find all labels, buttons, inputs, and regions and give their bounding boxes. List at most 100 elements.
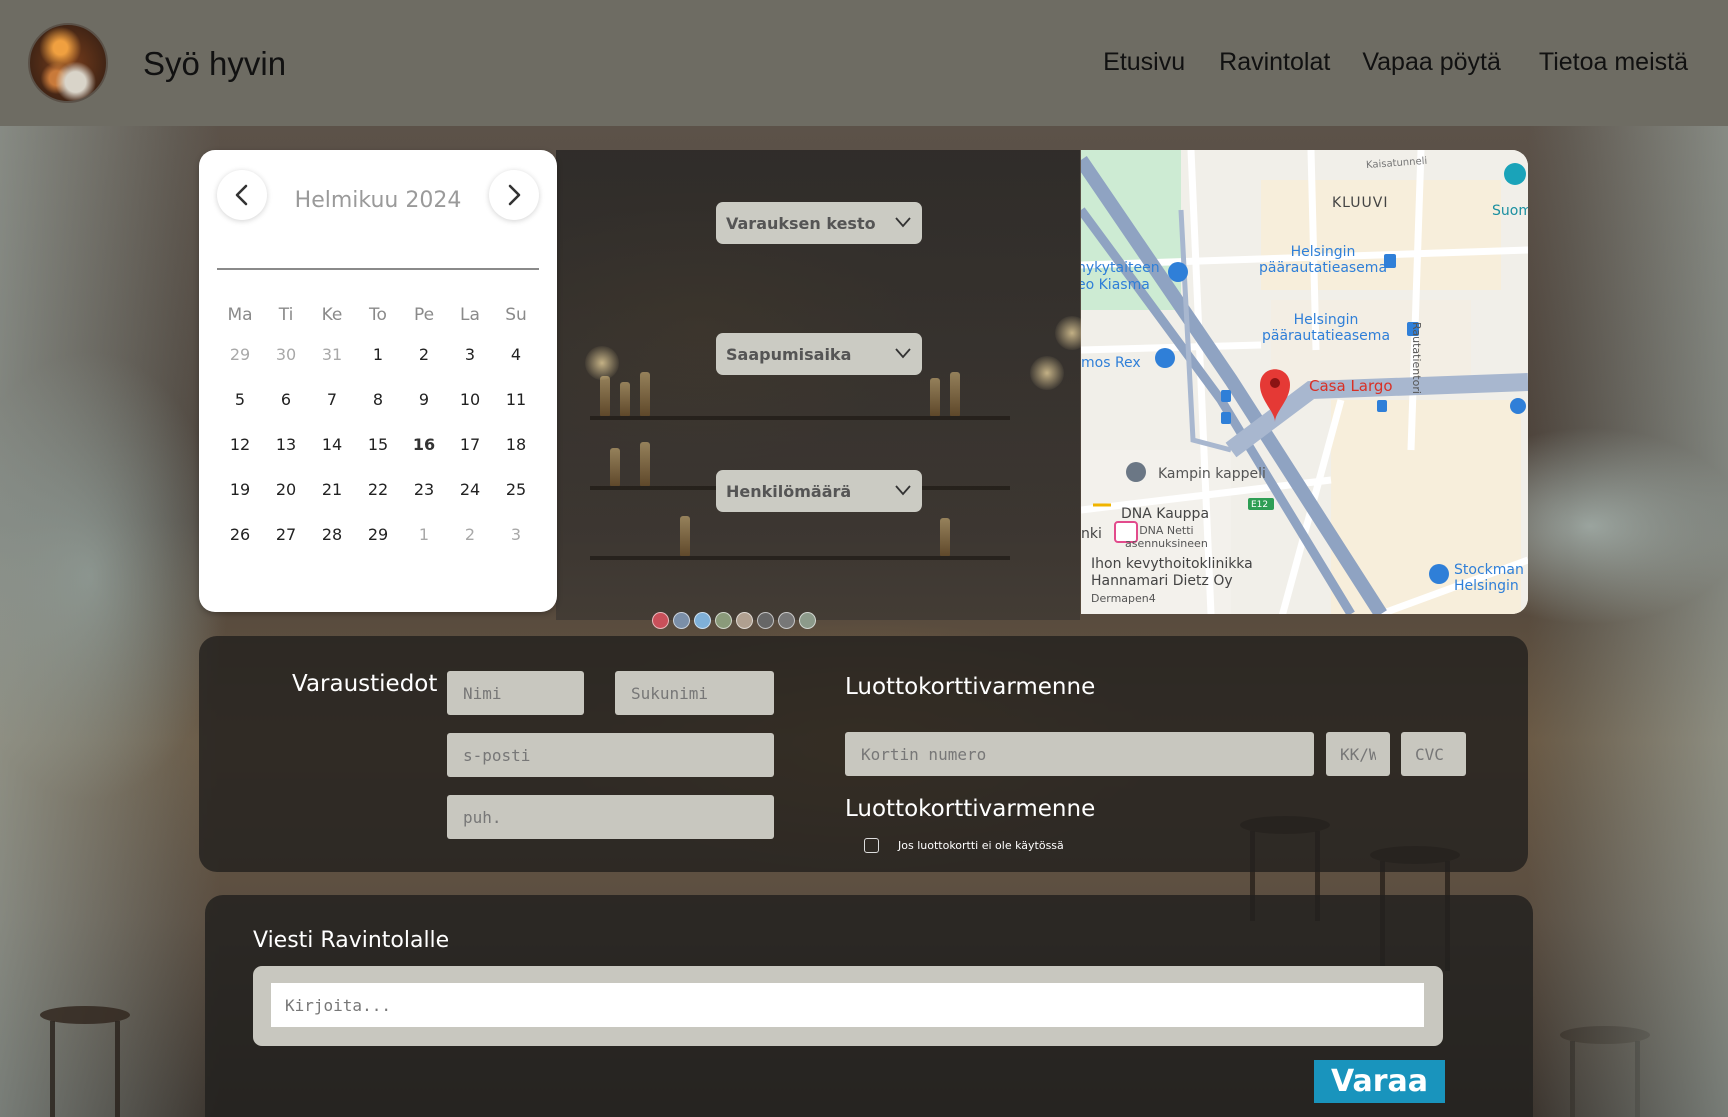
phone-input[interactable] xyxy=(447,795,774,839)
map-label-amos-rex: mos Rex xyxy=(1081,355,1141,371)
location-map[interactable]: E12 KLUUVI Kaisatunneli Suom Helsingin p… xyxy=(1081,150,1528,614)
first-name-input[interactable] xyxy=(447,671,584,715)
calendar-day-today[interactable]: 16 xyxy=(401,422,447,467)
email-input[interactable] xyxy=(447,733,774,777)
calendar-day[interactable]: 14 xyxy=(309,422,355,467)
calendar-day[interactable]: 29 xyxy=(217,332,263,377)
calendar-day[interactable]: 8 xyxy=(355,377,401,422)
calendar-day[interactable]: 20 xyxy=(263,467,309,512)
stool-leg xyxy=(1635,1041,1640,1117)
chevron-right-icon xyxy=(508,184,521,206)
site-header: Syö hyvin Etusivu Ravintolat Vapaa pöytä… xyxy=(0,0,1728,126)
calendar-day[interactable]: 10 xyxy=(447,377,493,422)
calendar-day[interactable]: 2 xyxy=(401,332,447,377)
map-label-dna-kauppa: DNA Kauppa xyxy=(1121,506,1210,522)
bottle xyxy=(600,376,610,416)
calendar-grid: Ma Ti Ke To Pe La Su 29 30 31 1 2 3 4 5 6 7 8 9 10 11 12 13 14 1… xyxy=(217,298,539,557)
calendar-day[interactable]: 25 xyxy=(493,467,539,512)
card-cvc-input[interactable] xyxy=(1401,732,1466,776)
arrival-time-select[interactable]: Saapumisaika xyxy=(716,333,922,375)
calendar-day[interactable]: 27 xyxy=(263,512,309,557)
map-label-suom: Suom xyxy=(1492,203,1528,219)
bar-shelf xyxy=(590,416,1010,420)
weekday-header: Ti xyxy=(278,305,294,325)
carousel-dot[interactable] xyxy=(652,612,669,629)
calendar-day[interactable]: 26 xyxy=(217,512,263,557)
calendar-day[interactable]: 19 xyxy=(217,467,263,512)
calendar-day[interactable]: 28 xyxy=(309,512,355,557)
weekday-header: Ma xyxy=(227,305,253,325)
duration-select[interactable]: Varauksen kesto xyxy=(716,202,922,244)
calendar-day[interactable]: 30 xyxy=(263,332,309,377)
weekday-header: Su xyxy=(505,305,527,325)
calendar-day[interactable]: 31 xyxy=(309,332,355,377)
bottle xyxy=(680,516,690,556)
calendar-day[interactable]: 22 xyxy=(355,467,401,512)
calendar-day[interactable]: 1 xyxy=(401,512,447,557)
message-input[interactable] xyxy=(271,983,1424,1027)
card-expiry-input[interactable] xyxy=(1326,732,1390,776)
calendar-day[interactable]: 3 xyxy=(447,332,493,377)
carousel-dot[interactable] xyxy=(736,612,753,629)
carousel-dot[interactable] xyxy=(778,612,795,629)
carousel-dot[interactable] xyxy=(715,612,732,629)
map-label-dermapen: Dermapen4 xyxy=(1091,592,1156,605)
calendar-day[interactable]: 2 xyxy=(447,512,493,557)
bottle xyxy=(640,442,650,486)
book-button[interactable]: Varaa xyxy=(1314,1060,1445,1103)
weekday-header: Ke xyxy=(321,305,343,325)
calendar-day[interactable]: 9 xyxy=(401,377,447,422)
map-label-ihon-klinikka: Ihon kevythoitoklinikka Hannamari Dietz … xyxy=(1091,556,1253,589)
map-label-kluuvi: KLUUVI xyxy=(1332,195,1389,211)
calendar-day[interactable]: 3 xyxy=(493,512,539,557)
calendar-day[interactable]: 11 xyxy=(493,377,539,422)
weekday-header: Pe xyxy=(413,305,435,325)
carousel-dot[interactable] xyxy=(673,612,690,629)
weekday-header: La xyxy=(460,305,480,325)
carousel-dot[interactable] xyxy=(757,612,774,629)
party-size-select[interactable]: Henkilömäärä xyxy=(716,470,922,512)
calendar-day[interactable]: 12 xyxy=(217,422,263,467)
calendar-day[interactable]: 17 xyxy=(447,422,493,467)
main-nav: Etusivu Ravintolat Vapaa pöytä Tietoa me… xyxy=(1103,48,1688,77)
bottle xyxy=(640,372,650,416)
calendar-day[interactable]: 24 xyxy=(447,467,493,512)
next-month-button[interactable] xyxy=(489,170,539,220)
calendar-day[interactable]: 15 xyxy=(355,422,401,467)
nav-etusivu[interactable]: Etusivu xyxy=(1103,48,1185,77)
brand-name[interactable]: Syö hyvin xyxy=(143,45,286,83)
e12-label: E12 xyxy=(1251,500,1268,510)
bar-stool xyxy=(1560,1026,1650,1044)
calendar-day[interactable]: 18 xyxy=(493,422,539,467)
hanging-lamp xyxy=(1030,356,1064,390)
calendar-day[interactable]: 13 xyxy=(263,422,309,467)
bar-shelf xyxy=(590,556,1010,560)
nav-tietoa-meista[interactable]: Tietoa meistä xyxy=(1539,48,1688,77)
calendar-day[interactable]: 29 xyxy=(355,512,401,557)
date-picker-calendar: Helmikuu 2024 Ma Ti Ke To Pe La Su 29 30 31 1 2 3 4 5 6… xyxy=(199,150,557,612)
bottle xyxy=(930,378,940,416)
calendar-day[interactable]: 21 xyxy=(309,467,355,512)
hanging-lamp xyxy=(585,346,619,380)
calendar-day[interactable]: 6 xyxy=(263,377,309,422)
card-number-input[interactable] xyxy=(845,732,1314,776)
map-label-stockmann: Stockman Helsingin xyxy=(1454,562,1524,594)
map-label-station-2: Helsingin päärautatieasema xyxy=(1262,312,1391,344)
nav-ravintolat[interactable]: Ravintolat xyxy=(1219,48,1330,77)
map-label-casa-largo: Casa Largo xyxy=(1309,377,1393,395)
calendar-day[interactable]: 23 xyxy=(401,467,447,512)
no-card-checkbox[interactable] xyxy=(864,838,879,853)
carousel-dot[interactable] xyxy=(694,612,711,629)
duration-select-label: Varauksen kesto xyxy=(726,213,876,233)
nav-vapaa-poyta[interactable]: Vapaa pöytä xyxy=(1362,48,1501,77)
credit-card-section-title-2: Luottokorttivarmenne xyxy=(845,796,1096,822)
carousel-dot[interactable] xyxy=(799,612,816,629)
calendar-day[interactable]: 4 xyxy=(493,332,539,377)
calendar-day[interactable]: 1 xyxy=(355,332,401,377)
calendar-day[interactable]: 7 xyxy=(309,377,355,422)
last-name-input[interactable] xyxy=(615,671,774,715)
calendar-day[interactable]: 5 xyxy=(217,377,263,422)
logo-avatar[interactable] xyxy=(28,23,108,103)
arrival-time-select-label: Saapumisaika xyxy=(726,344,852,364)
calendar-divider xyxy=(217,268,539,270)
